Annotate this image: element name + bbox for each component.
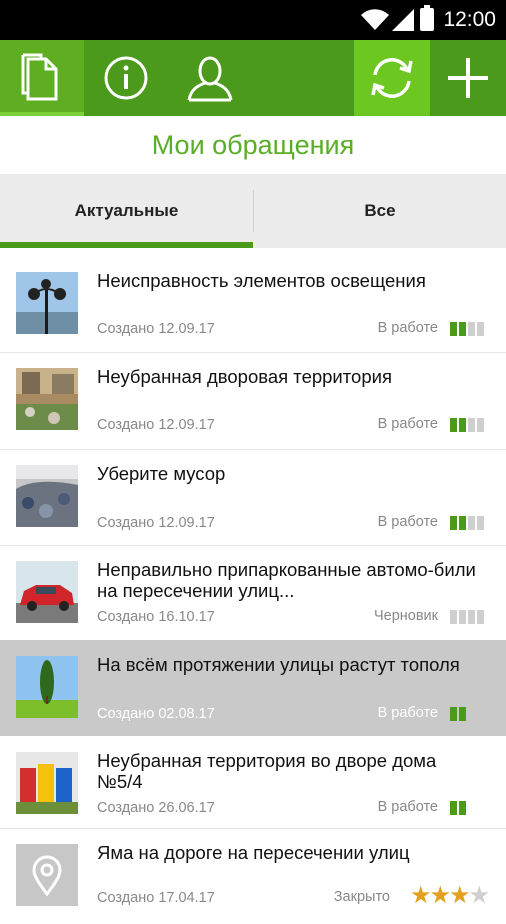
requests-tab-button[interactable] <box>0 40 84 116</box>
progress-bars <box>450 610 486 624</box>
progress-bars <box>450 516 486 530</box>
item-date: Создано 17.04.17 <box>97 890 215 906</box>
item-date: Создано 26.06.17 <box>97 800 215 816</box>
item-status: В работе <box>377 514 438 530</box>
thumbnail-image <box>16 844 78 906</box>
wifi-icon <box>361 9 389 30</box>
list-item[interactable]: Уберите мусор Создано 12.09.17 В работе <box>0 449 506 546</box>
list-item[interactable]: На всём протяжении улицы растут тополя С… <box>0 640 506 736</box>
filter-tabs: Актуальные Все <box>0 174 506 248</box>
info-button[interactable] <box>84 40 168 116</box>
item-status: В работе <box>377 416 438 432</box>
item-date: Создано 12.09.17 <box>97 515 215 531</box>
list-item[interactable]: Неубранная дворовая территория Создано 1… <box>0 352 506 450</box>
item-status: Черновик <box>373 608 438 624</box>
item-title: Неубранная дворовая территория <box>97 366 392 387</box>
list-item[interactable]: Яма на дороге на пересечении улиц Создан… <box>0 828 506 924</box>
item-date: Создано 02.08.17 <box>97 706 215 722</box>
refresh-button[interactable] <box>354 40 430 116</box>
item-title: Неправильно припаркованные автомо-били н… <box>97 559 476 601</box>
thumbnail-image <box>16 465 78 527</box>
list-item[interactable]: Неисправность элементов освещения Создан… <box>0 256 506 353</box>
add-icon <box>448 58 488 98</box>
item-date: Создано 12.09.17 <box>97 417 215 433</box>
profile-icon <box>187 56 233 102</box>
progress-bars <box>450 418 486 432</box>
item-title: На всём протяжении улицы растут тополя <box>97 654 460 675</box>
item-status: В работе <box>377 799 438 815</box>
item-title: Яма на дороге на пересечении улиц <box>97 842 410 863</box>
thumbnail-image <box>16 752 78 814</box>
add-button[interactable] <box>430 40 506 116</box>
item-title: Уберите мусор <box>97 463 226 484</box>
tab-current[interactable]: Актуальные <box>0 174 253 248</box>
item-date: Создано 12.09.17 <box>97 321 215 337</box>
refresh-icon <box>371 58 413 98</box>
signal-icon <box>392 9 414 31</box>
top-toolbar <box>0 40 506 116</box>
status-bar: 12:00 <box>0 0 506 40</box>
item-status: В работе <box>377 705 438 721</box>
profile-button[interactable] <box>168 40 252 116</box>
requests-icon <box>21 53 58 101</box>
item-date: Создано 16.10.17 <box>97 609 215 625</box>
battery-icon <box>420 5 434 31</box>
info-icon <box>104 56 148 100</box>
progress-bars <box>450 707 486 721</box>
tab-all[interactable]: Все <box>254 174 506 248</box>
rating-stars: ★★★★ <box>409 882 490 909</box>
clock: 12:00 <box>443 8 496 31</box>
item-title: Неисправность элементов освещения <box>97 270 426 291</box>
list-item[interactable]: Неправильно припаркованные автомо-били н… <box>0 545 506 641</box>
item-status: В работе <box>377 320 438 336</box>
thumbnail-image <box>16 272 78 334</box>
list-item[interactable]: Неубранная территория во дворе дома №5/4… <box>0 736 506 829</box>
item-status: Закрыто <box>333 889 390 905</box>
thumbnail-image <box>16 368 78 430</box>
page-title: Мои обращения <box>151 130 355 160</box>
progress-bars <box>450 801 486 815</box>
thumbnail-image <box>16 656 78 718</box>
progress-bars <box>450 322 486 336</box>
thumbnail-image <box>16 561 78 623</box>
item-title: Неубранная территория во дворе дома №5/4 <box>97 750 437 792</box>
tab-indicator <box>0 242 253 248</box>
